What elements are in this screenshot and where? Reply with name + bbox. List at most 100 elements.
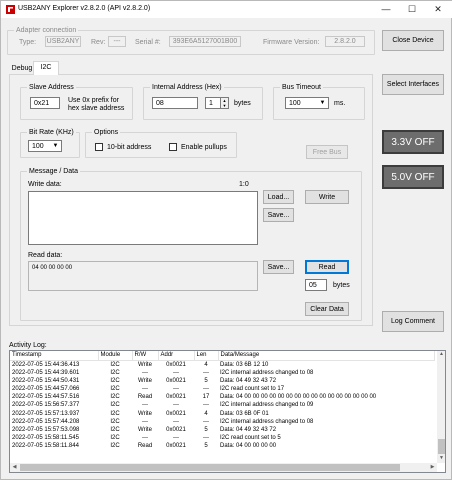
log-addr: --- [173, 386, 179, 393]
log-addr: 0x0021 [166, 378, 186, 385]
log-row[interactable]: 2022-07-05 15:44:50.431 I2C Write 0x0021 5 Da… [10, 377, 435, 385]
app-logo-icon [6, 5, 15, 14]
read-count-input[interactable]: 05 [305, 279, 327, 291]
slave-address-label: Slave Address [27, 83, 76, 92]
log-message: Data: 04 00 00 00 00 [220, 442, 277, 449]
log-len: --- [203, 434, 209, 441]
log-len: --- [203, 402, 209, 409]
log-len: --- [203, 418, 209, 425]
log-module: I2C [110, 386, 120, 393]
log-timestamp: 2022-07-05 15:58:11.844 [12, 442, 79, 449]
log-addr: --- [173, 434, 179, 441]
spin-down-icon[interactable]: ▼ [221, 103, 228, 108]
log-addr: 0x0021 [166, 362, 186, 368]
log-row[interactable]: 2022-07-05 15:58:11.844 I2C Read 0x0021 5 Dat… [10, 442, 435, 450]
internal-bytes-input[interactable]: 1 [205, 97, 221, 109]
log-row[interactable]: 2022-07-05 15:44:57.066 I2C --- --- --- I2C r… [10, 385, 435, 393]
read-button[interactable]: Read [305, 260, 349, 274]
save-read-button[interactable]: Save... [263, 260, 294, 274]
chevron-down-icon: ▼ [319, 100, 326, 106]
log-len: 4 [204, 362, 208, 368]
log-message: Data: 04 49 32 43 72 [220, 426, 277, 433]
log-row[interactable]: 2022-07-05 15:58:11.545 I2C --- --- --- I2C r… [10, 434, 435, 442]
save-write-button[interactable]: Save... [263, 208, 294, 222]
3v3-power-button[interactable]: 3.3V OFF [382, 130, 444, 154]
tab-i2c[interactable]: I2C [33, 61, 59, 75]
log-row[interactable]: 2022-07-05 15:44:36.413 I2C Write 0x0021 4 Da… [10, 361, 435, 370]
log-module: I2C [110, 418, 120, 425]
close-window-button[interactable]: ✕ [425, 1, 451, 17]
write-button[interactable]: Write [305, 190, 349, 204]
internal-address-input[interactable]: 08 [152, 97, 198, 109]
scroll-left-icon[interactable]: ◀ [10, 463, 19, 472]
log-module: I2C [110, 394, 120, 401]
log-row[interactable]: 2022-07-05 15:57:44.208 I2C --- --- --- I2C i… [10, 418, 435, 426]
log-row[interactable]: 2022-07-05 15:44:39.601 I2C --- --- --- I2C i… [10, 369, 435, 377]
free-bus-button[interactable]: Free Bus [306, 145, 348, 159]
log-message: Data: 03 6B 0F 01 [220, 410, 269, 417]
activity-log-label: Activity Log: [9, 342, 47, 349]
log-addr: --- [173, 402, 179, 409]
log-message: Data: 04 00 00 00 00 00 00 00 00 00 00 0… [220, 394, 377, 401]
log-rw: --- [142, 402, 148, 409]
title-bar: USB2ANY Explorer v2.8.2.0 (API v2.8.2.0)… [1, 1, 452, 18]
ten-bit-label: 10-bit address [107, 144, 152, 151]
bus-timeout-label: Bus Timeout [280, 83, 323, 92]
message-data-label: Message / Data [27, 167, 81, 176]
log-message: I2C read count set to 17 [220, 386, 285, 393]
slave-address-input[interactable]: 0x21 [30, 97, 60, 109]
log-comment-button[interactable]: Log Comment [382, 311, 444, 332]
minimize-button[interactable]: — [373, 1, 399, 17]
serial-field: 393E6A5127001B00 [169, 36, 241, 47]
clear-data-button[interactable]: Clear Data [305, 302, 349, 316]
col-rw[interactable]: R/W [132, 351, 159, 361]
log-addr: 0x0021 [166, 426, 186, 433]
activity-log-list[interactable]: Timestamp Module R/W Addr Len Data/Messa… [9, 350, 446, 473]
log-horizontal-scrollbar[interactable]: ◀ ▶ [10, 463, 437, 472]
5v0-power-button[interactable]: 5.0V OFF [382, 165, 444, 189]
close-device-button[interactable]: Close Device [382, 30, 444, 51]
log-timestamp: 2022-07-05 15:56:57.377 [12, 402, 80, 409]
col-module[interactable]: Module [98, 351, 133, 361]
bus-timeout-unit: ms. [334, 100, 346, 107]
log-horizontal-thumb[interactable] [20, 464, 400, 471]
pullups-checkbox[interactable] [169, 143, 177, 151]
scroll-right-icon[interactable]: ▶ [428, 463, 437, 472]
col-timestamp[interactable]: Timestamp [10, 351, 99, 361]
log-timestamp: 2022-07-05 15:58:11.545 [12, 434, 79, 441]
log-message: Data: 03 6B 12 10 [220, 362, 269, 368]
log-len: --- [203, 386, 209, 393]
bit-rate-select[interactable]: 100 ▼ [28, 140, 62, 152]
log-vertical-scrollbar[interactable]: ▲ ▼ [437, 351, 445, 463]
log-header-row: Timestamp Module R/W Addr Len Data/Messa… [10, 351, 435, 361]
internal-bytes-spinner[interactable]: ▲ ▼ [220, 97, 229, 109]
bus-timeout-select[interactable]: 100 ▼ [285, 97, 329, 109]
slave-hint-line2: hex slave address [68, 105, 125, 112]
scroll-up-icon[interactable]: ▲ [437, 351, 445, 359]
ten-bit-checkbox[interactable] [95, 143, 103, 151]
log-row[interactable]: 2022-07-05 15:44:57.516 I2C Read 0x0021 17 Da… [10, 393, 435, 401]
col-data-message[interactable]: Data/Message [218, 351, 435, 361]
scroll-down-icon[interactable]: ▼ [437, 455, 445, 463]
log-vertical-thumb[interactable] [438, 439, 445, 454]
write-data-input[interactable] [28, 191, 258, 245]
col-addr[interactable]: Addr [158, 351, 195, 361]
log-message: I2C internal address changed to 09 [220, 402, 314, 409]
window-title: USB2ANY Explorer v2.8.2.0 (API v2.8.2.0) [18, 5, 151, 12]
col-len[interactable]: Len [194, 351, 219, 361]
log-timestamp: 2022-07-05 15:57:13.937 [12, 410, 80, 417]
log-addr: --- [173, 418, 179, 425]
log-len: 5 [204, 426, 208, 433]
load-button[interactable]: Load... [263, 190, 294, 204]
serial-label: Serial #: [135, 39, 161, 46]
read-data-output: 04 00 00 00 00 [28, 261, 258, 291]
log-len: 17 [202, 394, 210, 401]
select-interfaces-button[interactable]: Select Interfaces [382, 74, 444, 95]
log-rw: Write [138, 362, 152, 368]
maximize-button[interactable]: ☐ [399, 1, 425, 17]
log-row[interactable]: 2022-07-05 15:56:57.377 I2C --- --- --- I2C i… [10, 401, 435, 409]
log-row[interactable]: 2022-07-05 15:57:13.937 I2C Write 0x0021 4 Da… [10, 410, 435, 418]
log-row[interactable]: 2022-07-05 15:57:53.098 I2C Write 0x0021 5 Da… [10, 426, 435, 434]
log-module: I2C [110, 426, 120, 433]
log-timestamp: 2022-07-05 15:57:44.208 [12, 418, 80, 425]
